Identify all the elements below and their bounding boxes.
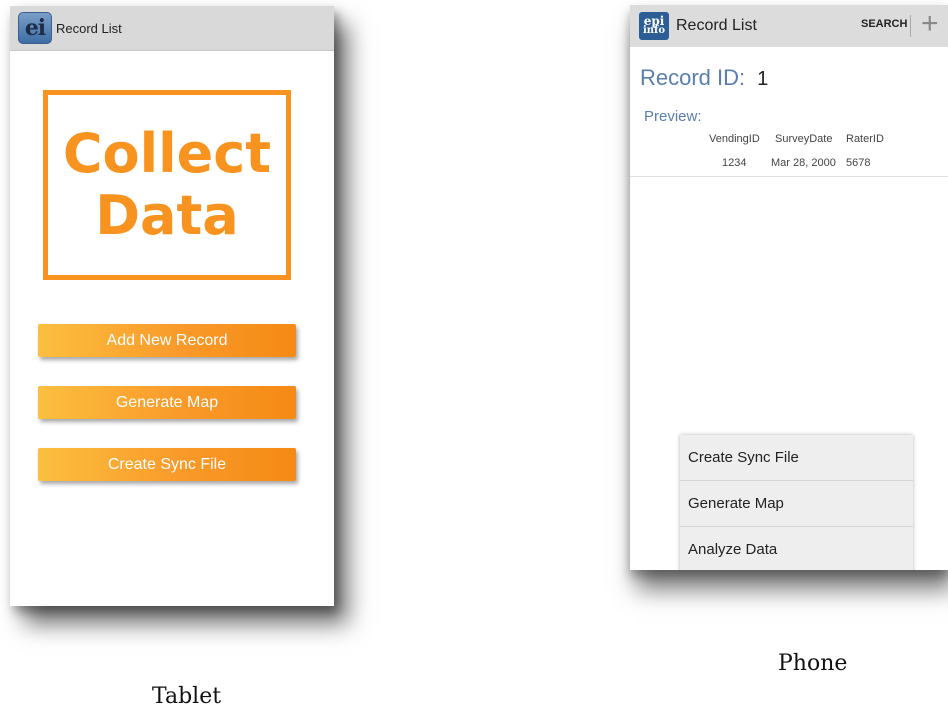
- phone-page-title: Record List: [676, 17, 757, 34]
- preview-header: SurveyDate: [775, 133, 833, 145]
- overflow-menu: Create Sync File Generate Map Analyze Da…: [680, 435, 913, 570]
- tablet-page-title: Record List: [56, 20, 122, 36]
- create-sync-file-button[interactable]: Create Sync File: [38, 448, 296, 481]
- ei-app-icon[interactable]: ei: [18, 12, 52, 44]
- action-bar-divider: [910, 15, 911, 37]
- tablet-screen: ei Record List Collect Data Add New Reco…: [10, 6, 334, 606]
- epi-info-app-icon[interactable]: epi info: [639, 12, 669, 40]
- search-button[interactable]: SEARCH: [861, 18, 907, 30]
- preview-header: RaterID: [846, 133, 884, 145]
- banner-line-2: Data: [95, 184, 239, 247]
- add-new-record-button[interactable]: Add New Record: [38, 324, 296, 357]
- app-icon-bottom: info: [642, 25, 666, 36]
- preview-value: 1234: [722, 157, 747, 169]
- record-id-row: Record ID: 1: [640, 65, 768, 91]
- plus-icon[interactable]: +: [921, 9, 939, 39]
- menu-item-create-sync-file[interactable]: Create Sync File: [680, 435, 913, 481]
- menu-item-generate-map[interactable]: Generate Map: [680, 481, 913, 527]
- banner-line-1: Collect: [62, 122, 272, 185]
- preview-header: VendingID: [709, 133, 760, 145]
- tablet-action-bar: ei Record List: [10, 6, 334, 51]
- record-id-label: Record ID:: [640, 65, 746, 90]
- preview-value: Mar 28, 2000: [771, 157, 836, 169]
- tablet-caption: Tablet: [152, 684, 222, 709]
- collect-data-banner: Collect Data: [43, 90, 291, 280]
- preview-value: 5678: [846, 157, 871, 169]
- preview-label: Preview:: [644, 108, 702, 125]
- phone-action-bar: epi info Record List SEARCH +: [630, 5, 948, 47]
- menu-item-analyze-data[interactable]: Analyze Data: [680, 527, 913, 570]
- generate-map-button[interactable]: Generate Map: [38, 386, 296, 419]
- app-icon-label: ei: [24, 15, 46, 41]
- record-id-value: 1: [757, 68, 769, 90]
- phone-caption: Phone: [778, 651, 848, 676]
- preview-divider: [630, 176, 948, 177]
- phone-screen: epi info Record List SEARCH + Record ID:…: [630, 5, 948, 570]
